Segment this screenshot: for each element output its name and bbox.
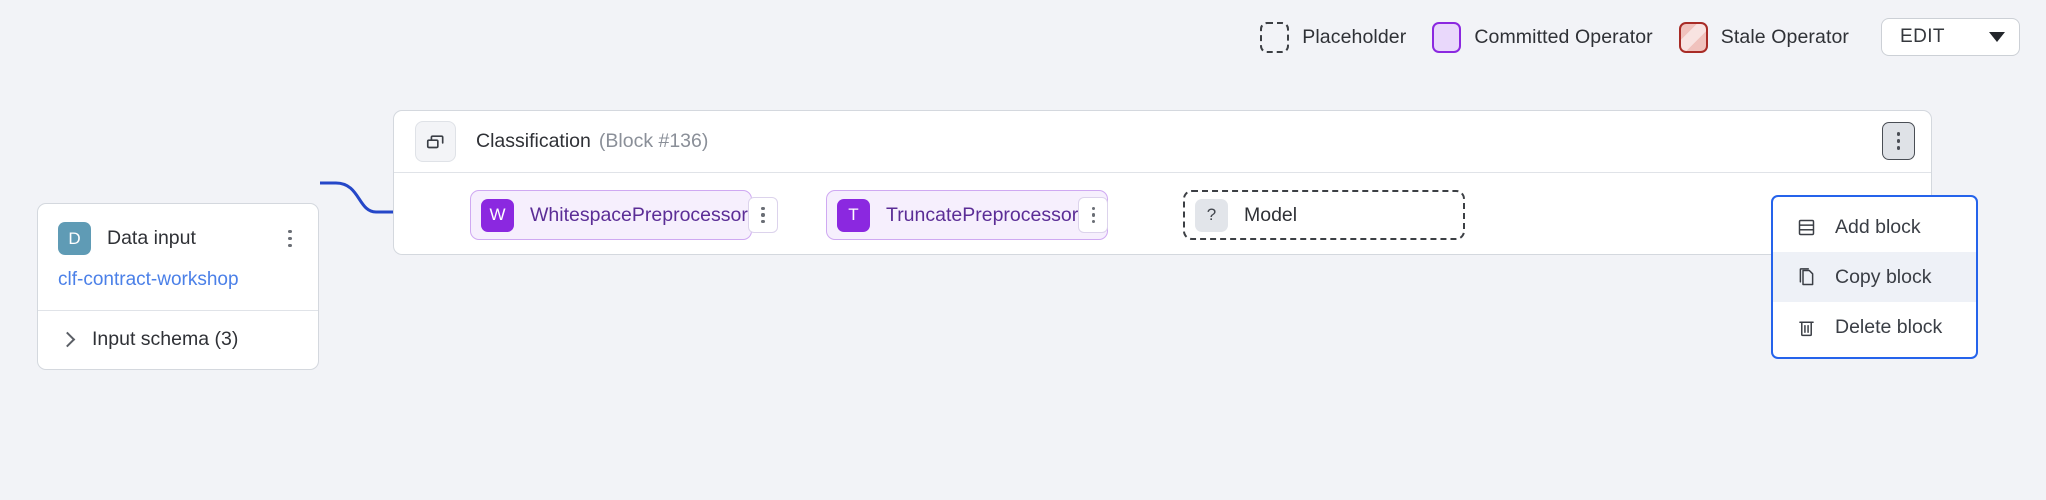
- data-input-body: D Data input clf-contract-workshop: [38, 204, 318, 310]
- block-title: Classification: [476, 130, 591, 152]
- classification-block: Classification (Block #136) W Whitespace…: [393, 110, 1932, 255]
- legend-label-committed-operator: Committed Operator: [1474, 25, 1653, 48]
- data-input-badge: D: [58, 222, 91, 255]
- mode-select-value: EDIT: [1900, 26, 1945, 47]
- block-operator-canvas: W WhitespacePreprocessor T TruncatePrepr…: [394, 173, 1931, 255]
- data-input-kebab-menu-icon[interactable]: [280, 225, 300, 253]
- data-input-title: Data input: [107, 227, 196, 249]
- data-input-header: D Data input: [58, 222, 300, 255]
- committed-swatch-icon: [1432, 21, 1462, 53]
- operator-name-model: Model: [1244, 203, 1298, 226]
- context-menu-item-add-block[interactable]: Add block: [1773, 202, 1976, 252]
- context-menu-item-delete-block[interactable]: Delete block: [1773, 302, 1976, 352]
- operator-badge-truncate: T: [837, 198, 870, 232]
- operator-name-whitespace: WhitespacePreprocessor: [530, 203, 748, 226]
- dataset-link[interactable]: clf-contract-workshop: [58, 269, 300, 291]
- trash-icon: [1795, 316, 1817, 338]
- copy-stack-icon: [415, 121, 456, 162]
- context-menu-item-copy-block[interactable]: Copy block: [1773, 252, 1976, 302]
- operator-name-truncate: TruncatePreprocessor: [886, 203, 1079, 226]
- operator-kebab-menu-icon-truncate[interactable]: [1078, 197, 1109, 233]
- operator-kebab-menu-icon-whitespace[interactable]: [747, 197, 778, 233]
- legend-label-placeholder: Placeholder: [1302, 25, 1407, 48]
- pipeline-canvas: Placeholder Committed Operator Stale Ope…: [0, 0, 2046, 500]
- input-schema-label: Input schema (3): [92, 328, 239, 351]
- chevron-down-icon: [1989, 32, 2005, 42]
- operator-node-truncatepreprocessor[interactable]: T TruncatePreprocessor: [826, 190, 1109, 240]
- legend-label-stale-operator: Stale Operator: [1720, 25, 1849, 48]
- operator-badge-model: ?: [1195, 198, 1228, 232]
- legend-item-stale-operator: Stale Operator: [1678, 21, 1849, 53]
- block-context-menu[interactable]: Add block Copy block Delete block: [1771, 195, 1978, 359]
- data-input-card[interactable]: D Data input clf-contract-workshop Input…: [37, 203, 319, 371]
- operator-node-model-placeholder[interactable]: ? Model: [1183, 190, 1465, 240]
- copy-icon: [1795, 266, 1817, 288]
- operator-badge-whitespace: W: [481, 198, 514, 232]
- operator-node-whitespacepreprocessor[interactable]: W WhitespacePreprocessor: [470, 190, 778, 240]
- legend-item-committed-operator: Committed Operator: [1432, 21, 1653, 53]
- block-kebab-menu-icon[interactable]: [1882, 122, 1915, 160]
- block-header: Classification (Block #136): [394, 111, 1931, 173]
- context-menu-label-add-block: Add block: [1835, 215, 1921, 238]
- legend-item-placeholder: Placeholder: [1260, 21, 1407, 53]
- legend-bar: Placeholder Committed Operator Stale Ope…: [1260, 18, 2020, 56]
- stale-swatch-icon: [1678, 21, 1708, 53]
- input-schema-toggle[interactable]: Input schema (3): [38, 311, 318, 369]
- context-menu-label-copy-block: Copy block: [1835, 265, 1932, 288]
- mode-select[interactable]: EDIT: [1881, 18, 2020, 56]
- chevron-right-icon: [59, 332, 76, 348]
- block-subtitle: (Block #136): [598, 130, 709, 152]
- context-menu-label-delete-block: Delete block: [1835, 315, 1943, 338]
- placeholder-swatch-icon: [1260, 21, 1290, 53]
- add-block-icon: [1795, 216, 1817, 238]
